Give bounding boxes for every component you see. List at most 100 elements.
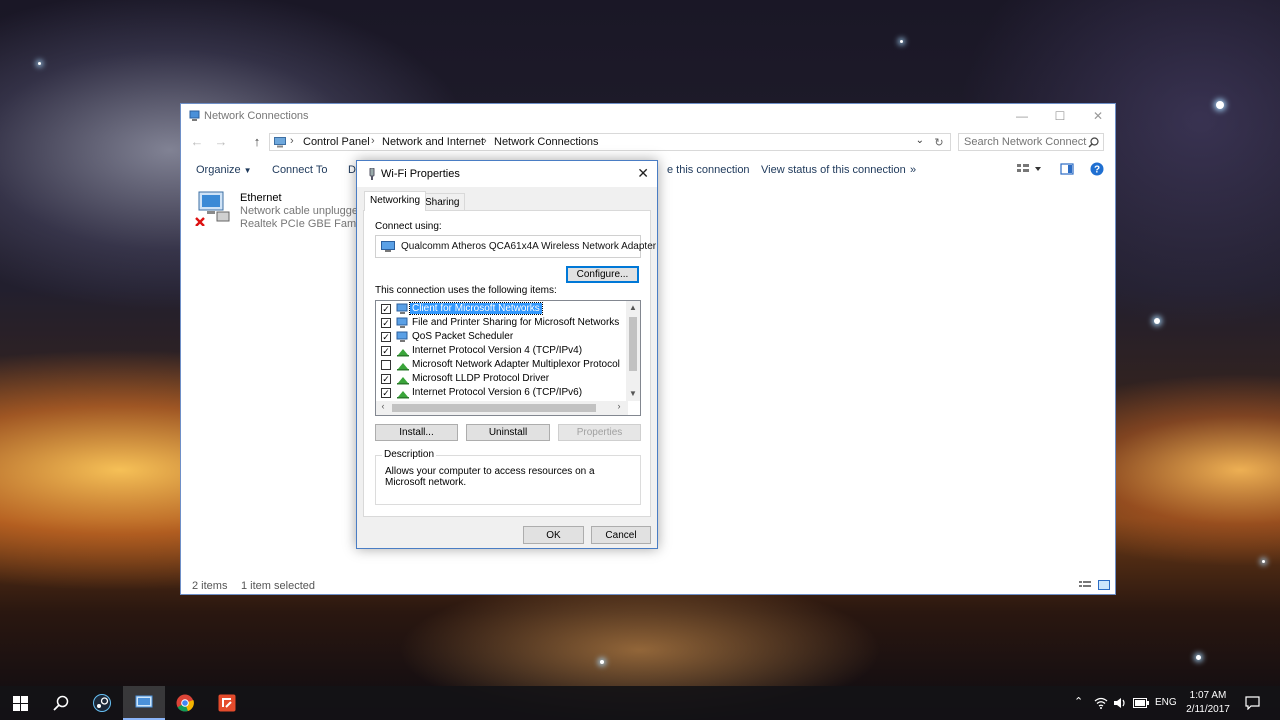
maximize-icon[interactable]: ☐ [1041, 104, 1079, 128]
window-title: Network Connections [204, 110, 309, 122]
star [1216, 101, 1224, 109]
organize-label: Organize [196, 164, 241, 176]
change-view-icon[interactable] [1016, 162, 1042, 176]
view-status-button[interactable]: View status of this connection [761, 164, 906, 176]
item-checkbox[interactable]: ✓ [381, 374, 391, 384]
scroll-thumb[interactable] [629, 317, 637, 371]
network-service-icon [396, 317, 408, 328]
star [1196, 655, 1201, 660]
item-checkbox[interactable] [381, 360, 391, 370]
configure-button[interactable]: Configure... [566, 266, 639, 283]
star [900, 40, 903, 43]
ok-button[interactable]: OK [523, 526, 584, 544]
preview-pane-icon[interactable] [1060, 162, 1074, 176]
item-checkbox[interactable]: ✓ [381, 318, 391, 328]
item-label: Microsoft Network Adapter Multiplexor Pr… [412, 359, 620, 370]
more-commands-button[interactable]: » [910, 164, 916, 176]
up-icon[interactable]: ↑ [249, 134, 265, 149]
scroll-down-icon[interactable]: ▼ [626, 389, 640, 398]
connection-name: Ethernet [240, 192, 282, 204]
scroll-left-icon[interactable]: ‹ [376, 401, 390, 411]
horizontal-scrollbar[interactable]: ‹ › [376, 401, 628, 415]
star [600, 660, 604, 664]
start-button[interactable] [0, 686, 42, 720]
item-count: 2 items [192, 580, 228, 592]
network-service-icon [396, 331, 408, 342]
windows-start-icon [13, 696, 28, 711]
close-icon[interactable]: ✕ [1079, 104, 1117, 128]
search-input[interactable] [959, 134, 1087, 150]
input-language[interactable]: ENG [1155, 697, 1177, 708]
network-client-icon [396, 303, 408, 314]
steam-icon [93, 694, 111, 712]
ethernet-connection-item[interactable]: Ethernet Network cable unplugged Realtek… [195, 190, 378, 234]
item-checkbox[interactable]: ✓ [381, 332, 391, 342]
protocol-icon [397, 391, 409, 399]
back-icon[interactable]: ← [189, 134, 205, 149]
properties-button[interactable]: Properties [558, 424, 641, 441]
vertical-scrollbar[interactable]: ▲ ▼ [626, 301, 640, 401]
scroll-up-icon[interactable]: ▲ [626, 303, 640, 312]
tab-networking[interactable]: Networking [364, 191, 427, 211]
ethernet-adapter-icon [195, 191, 230, 226]
search-box[interactable] [958, 133, 1104, 151]
list-item[interactable]: ✓ Microsoft LLDP Protocol Driver [376, 372, 628, 386]
dialog-titlebar[interactable]: Wi-Fi Properties ✕ [357, 161, 657, 187]
search-icon[interactable] [1088, 137, 1099, 148]
address-bar[interactable]: › Control Panel › Network and Internet ›… [269, 133, 951, 151]
minimize-icon[interactable]: — [1003, 104, 1041, 128]
list-item[interactable]: ✓ Internet Protocol Version 4 (TCP/IPv4) [376, 344, 628, 358]
help-icon[interactable]: ? [1090, 162, 1104, 176]
list-item[interactable]: ✓ File and Printer Sharing for Microsoft… [376, 316, 628, 330]
adapter-name: Qualcomm Atheros QCA61x4A Wireless Netwo… [401, 241, 657, 252]
breadcrumb-control-panel[interactable]: Control Panel [303, 136, 370, 148]
taskbar-app-steam[interactable] [81, 686, 123, 720]
chevron-down-icon[interactable]: ⌄ [916, 135, 924, 146]
star [1262, 560, 1265, 563]
components-list[interactable]: ✓ Client for Microsoft Networks ✓ File a… [375, 300, 641, 416]
wifi-properties-dialog: Wi-Fi Properties ✕ Networking Sharing Co… [356, 160, 658, 549]
networking-tab-panel: Connect using: Qualcomm Atheros QCA61x4A… [363, 210, 656, 517]
address-row: ← → ↑ › Control Panel › Network and Inte… [181, 130, 1115, 154]
clock-date: 2/11/2017 [1186, 704, 1230, 715]
item-checkbox[interactable]: ✓ [381, 304, 391, 314]
close-icon[interactable]: ✕ [637, 165, 649, 182]
breadcrumb-network-and-internet[interactable]: Network and Internet [382, 136, 484, 148]
dialog-title: Wi-Fi Properties [381, 168, 460, 180]
scroll-right-icon[interactable]: › [612, 401, 626, 411]
list-item[interactable]: ✓ Client for Microsoft Networks [376, 302, 628, 316]
taskbar-app-network-connections[interactable] [123, 686, 165, 720]
description-text: Allows your computer to access resources… [385, 466, 595, 488]
organize-button[interactable]: Organize ▼ [196, 164, 252, 176]
connection-status: Network cable unplugged [240, 205, 365, 217]
refresh-icon[interactable]: ↻ [931, 136, 947, 149]
notifications-icon[interactable] [1245, 696, 1260, 710]
details-view-icon[interactable] [1079, 580, 1091, 590]
volume-icon[interactable] [1113, 697, 1127, 709]
battery-icon[interactable] [1133, 698, 1149, 708]
search-button[interactable] [40, 686, 82, 720]
cancel-button[interactable]: Cancel [591, 526, 651, 544]
item-checkbox[interactable]: ✓ [381, 388, 391, 398]
taskbar-app-chrome[interactable] [164, 686, 206, 720]
item-checkbox[interactable]: ✓ [381, 346, 391, 356]
forward-icon[interactable]: → [213, 134, 229, 149]
uninstall-button[interactable]: Uninstall [466, 424, 550, 441]
list-item[interactable]: Microsoft Network Adapter Multiplexor Pr… [376, 358, 628, 372]
show-hidden-icons-icon[interactable]: ⌃ [1074, 695, 1083, 708]
list-item[interactable]: ✓ QoS Packet Scheduler [376, 330, 628, 344]
large-icons-view-icon[interactable] [1098, 580, 1110, 590]
list-item[interactable]: ✓ Internet Protocol Version 6 (TCP/IPv6) [376, 386, 628, 400]
rename-connection-button[interactable]: e this connection [667, 164, 750, 176]
item-label: QoS Packet Scheduler [412, 331, 514, 342]
install-button[interactable]: Install... [375, 424, 458, 441]
connect-to-button[interactable]: Connect To [272, 164, 327, 176]
system-clock[interactable]: 1:07 AM 2/11/2017 [1180, 689, 1236, 717]
caret-down-icon: ▼ [243, 166, 252, 175]
taskbar-app-editor[interactable] [206, 686, 248, 720]
wifi-icon[interactable] [1094, 697, 1108, 709]
network-adapter-icon [381, 241, 395, 252]
window-titlebar[interactable]: Network Connections — ☐ ✕ [181, 104, 1115, 128]
breadcrumb-network-connections[interactable]: Network Connections [494, 136, 599, 148]
scroll-thumb[interactable] [392, 404, 596, 412]
